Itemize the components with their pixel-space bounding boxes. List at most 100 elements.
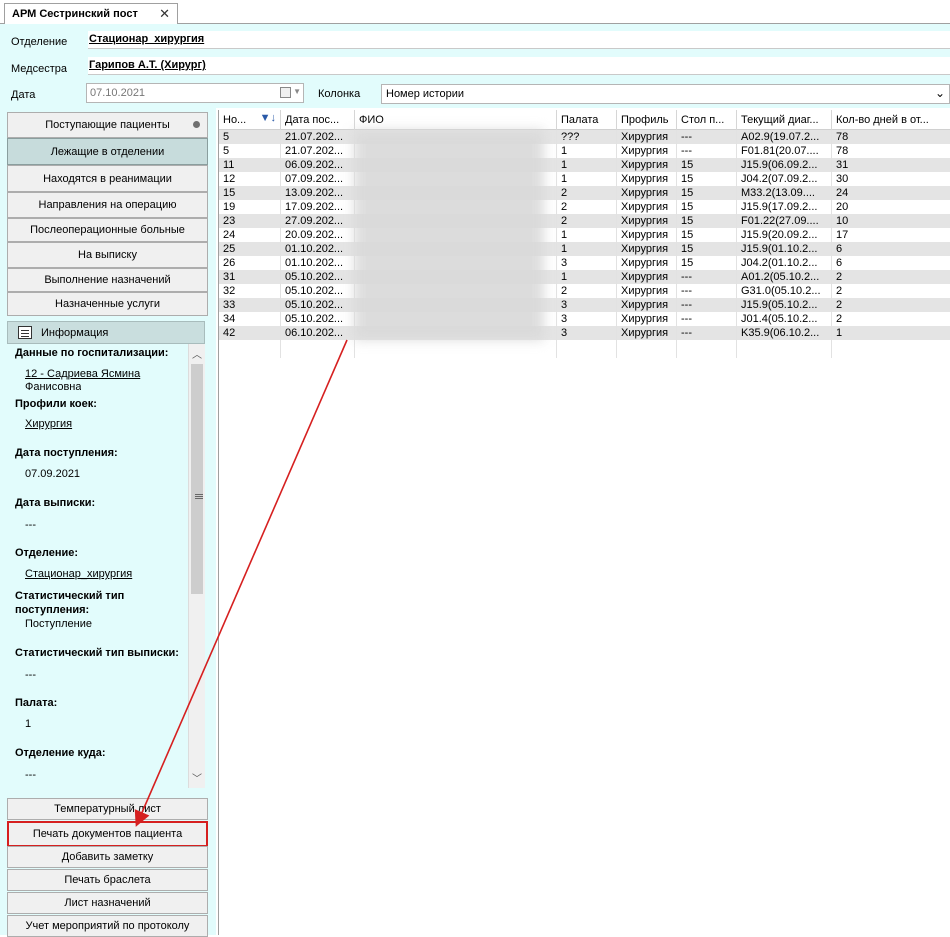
table-row[interactable]: 19 17.09.202... 2 Хирургия 15 J15.9(17.09.2..… (219, 200, 950, 214)
table-row[interactable]: 33 05.10.202... 3 Хирургия --- J15.9(05.10.2.… (219, 298, 950, 312)
col-ward-header[interactable]: Палата (557, 110, 617, 130)
tab-arm-nurse-post[interactable]: АРМ Сестринский пост ✕ (4, 3, 178, 25)
table-row[interactable]: 26 01.10.202... 3 Хирургия 15 J04.2(01.10.2..… (219, 256, 950, 270)
table-row[interactable]: 24 20.09.202... 1 Хирургия 15 J15.9(20.09.2..… (219, 228, 950, 242)
table-row[interactable]: 12 07.09.202... 1 Хирургия 15 J04.2(07.09.2..… (219, 172, 950, 186)
nav-prescriptions[interactable]: Выполнение назначений (7, 268, 208, 292)
date-field[interactable]: 07.10.2021 ▼ (86, 83, 304, 103)
col-days-header[interactable]: Кол-во дней в от... (832, 110, 950, 130)
table-cell-col-profile: Хирургия (621, 257, 669, 269)
print-patient-docs-button[interactable]: Печать документов пациента (7, 821, 208, 847)
table-cell-col-diagnosis: J04.2(01.10.2... (741, 257, 818, 269)
col-profile-header[interactable]: Профиль (617, 110, 677, 130)
table-cell-col-admit-date: 05.10.202... (285, 299, 344, 311)
prescription-sheet-button[interactable]: Лист назначений (7, 892, 208, 914)
scroll-up-icon[interactable]: ︿ (189, 346, 205, 362)
table-cell-col-number: 33 (223, 299, 236, 311)
add-note-button[interactable]: Добавить заметку (7, 846, 208, 868)
table-cell-col-days: 31 (836, 159, 849, 171)
temperature-sheet-button[interactable]: Температурный лист (7, 798, 208, 820)
admit-label: Дата поступления: (15, 447, 118, 459)
table-cell-col-admit-date: 06.09.202... (285, 159, 344, 171)
table-cell-col-admit-date: 05.10.202... (285, 271, 344, 283)
tab-title: АРМ Сестринский пост (12, 8, 138, 20)
chevron-down-icon[interactable]: ⌄ (935, 86, 945, 100)
nav-postoperative[interactable]: Послеоперационные больные (7, 218, 208, 242)
table-cell-col-days: 30 (836, 173, 849, 185)
table-row[interactable]: 5 21.07.202... 1 Хирургия --- F01.81(20.07...… (219, 144, 950, 158)
nav-in-reanimation[interactable]: Находятся в реанимации (7, 165, 208, 192)
nurse-link[interactable]: Гарипов А.Т. (Хирург) (88, 57, 950, 75)
dept-to-value: --- (25, 769, 36, 781)
table-cell-col-admit-date: 01.10.202... (285, 257, 344, 269)
print-bracelet-button[interactable]: Печать браслета (7, 869, 208, 891)
table-row[interactable]: 31 05.10.202... 1 Хирургия --- A01.2(05.10.2.… (219, 270, 950, 284)
protocol-events-button[interactable]: Учет мероприятий по протоколу (7, 915, 208, 937)
status-dot-icon (193, 121, 200, 128)
table-cell-col-diet: --- (681, 313, 692, 325)
info-scrollbar[interactable]: ︿ ﹀ (188, 344, 205, 788)
col-admit-date-header[interactable]: Дата пос... (281, 110, 355, 130)
table-row[interactable]: 23 27.09.202... 2 Хирургия 15 F01.22(27.09...… (219, 214, 950, 228)
nav-in-department[interactable]: Лежащие в отделении (7, 138, 208, 165)
close-icon[interactable]: ✕ (159, 6, 170, 22)
table-row[interactable]: 34 05.10.202... 3 Хирургия --- J01.4(05.10.2.… (219, 312, 950, 326)
column-divider (616, 130, 617, 358)
scroll-thumb[interactable] (191, 364, 203, 594)
table-cell-col-days: 78 (836, 131, 849, 143)
table-cell-col-profile: Хирургия (621, 313, 669, 325)
column-label: Колонка (318, 88, 361, 100)
table-cell-col-ward: 2 (561, 285, 568, 297)
table-cell-col-profile: Хирургия (621, 187, 669, 199)
table-cell-col-admit-date: 07.09.202... (285, 173, 344, 185)
table-row[interactable]: 25 01.10.202... 1 Хирургия 15 J15.9(01.10.2..… (219, 242, 950, 256)
nurse-label: Медсестра (11, 63, 67, 75)
scroll-down-icon[interactable]: ﹀ (189, 770, 205, 786)
stat-in-label-cont: поступления: (15, 604, 90, 616)
department-link[interactable]: Стационар_хирургия (88, 31, 950, 49)
nav-surgery-referrals[interactable]: Направления на операцию (7, 192, 208, 218)
table-cell-col-days: 10 (836, 215, 849, 227)
col-diet-header[interactable]: Стол п... (677, 110, 737, 130)
table-cell-col-diet: --- (681, 271, 692, 283)
table-row[interactable]: 5 21.07.202...??? Хирургия --- A02.9(19.07.2… (219, 130, 950, 144)
table-cell-col-profile: Хирургия (621, 285, 669, 297)
table-cell-col-diagnosis: J04.2(07.09.2... (741, 173, 818, 185)
nav-incoming-patients[interactable]: Поступающие пациенты (7, 112, 208, 138)
column-divider (831, 130, 832, 358)
table-cell-col-diagnosis: J15.9(17.09.2... (741, 201, 818, 213)
table-cell-col-profile: Хирургия (621, 271, 669, 283)
filter-sort-icon[interactable]: ▼↓ (260, 112, 276, 124)
table-cell-col-ward: 1 (561, 145, 568, 157)
table-cell-col-diagnosis: A02.9(19.07.2... (741, 131, 820, 143)
table-cell-col-number: 11 (223, 159, 235, 171)
table-row[interactable]: 42 06.10.202... 3 Хирургия --- K35.9(06.10.2.… (219, 326, 950, 340)
dept-to-label: Отделение куда: (15, 747, 106, 759)
nav-label: Поступающие пациенты (45, 119, 170, 131)
info-header[interactable]: Информация (7, 321, 205, 344)
table-cell-col-days: 2 (836, 285, 843, 297)
profile-value-link[interactable]: Хирургия (25, 418, 72, 430)
table-cell-col-diet: 15 (681, 159, 694, 171)
nav-services[interactable]: Назначенные услуги (7, 292, 208, 316)
dept-value-link[interactable]: Стационар_хирургия (25, 568, 132, 580)
ward-label: Палата: (15, 697, 58, 709)
col-fio-header[interactable]: ФИО (355, 110, 557, 130)
chevron-down-icon[interactable]: ▼ (293, 87, 301, 96)
table-row[interactable]: 32 05.10.202... 2 Хирургия --- G31.0(05.10.2.… (219, 284, 950, 298)
table-row[interactable]: 11 06.09.202... 1 Хирургия 15 J15.9(06.09.2..… (219, 158, 950, 172)
column-header-label: Но... (223, 114, 247, 126)
col-number-header[interactable]: Но... ▼↓ (219, 110, 281, 130)
grip-icon (195, 494, 203, 495)
dept-label: Отделение: (15, 547, 79, 559)
table-cell-col-diagnosis: K35.9(06.10.2... (741, 327, 820, 339)
table-row[interactable]: 15 13.09.202... 2 Хирургия 15 M33.2(13.09....… (219, 186, 950, 200)
nav-discharge[interactable]: На выписку (7, 242, 208, 268)
table-cell-col-diet: --- (681, 285, 692, 297)
hosp-value-link[interactable]: 12 - Садриева Ясмина (25, 368, 140, 380)
table-cell-col-admit-date: 05.10.202... (285, 285, 344, 297)
table-cell-col-days: 2 (836, 313, 843, 325)
column-select[interactable]: Номер истории ⌄ (381, 84, 950, 104)
calendar-icon[interactable] (280, 87, 291, 98)
col-diagnosis-header[interactable]: Текущий диаг... (737, 110, 832, 130)
